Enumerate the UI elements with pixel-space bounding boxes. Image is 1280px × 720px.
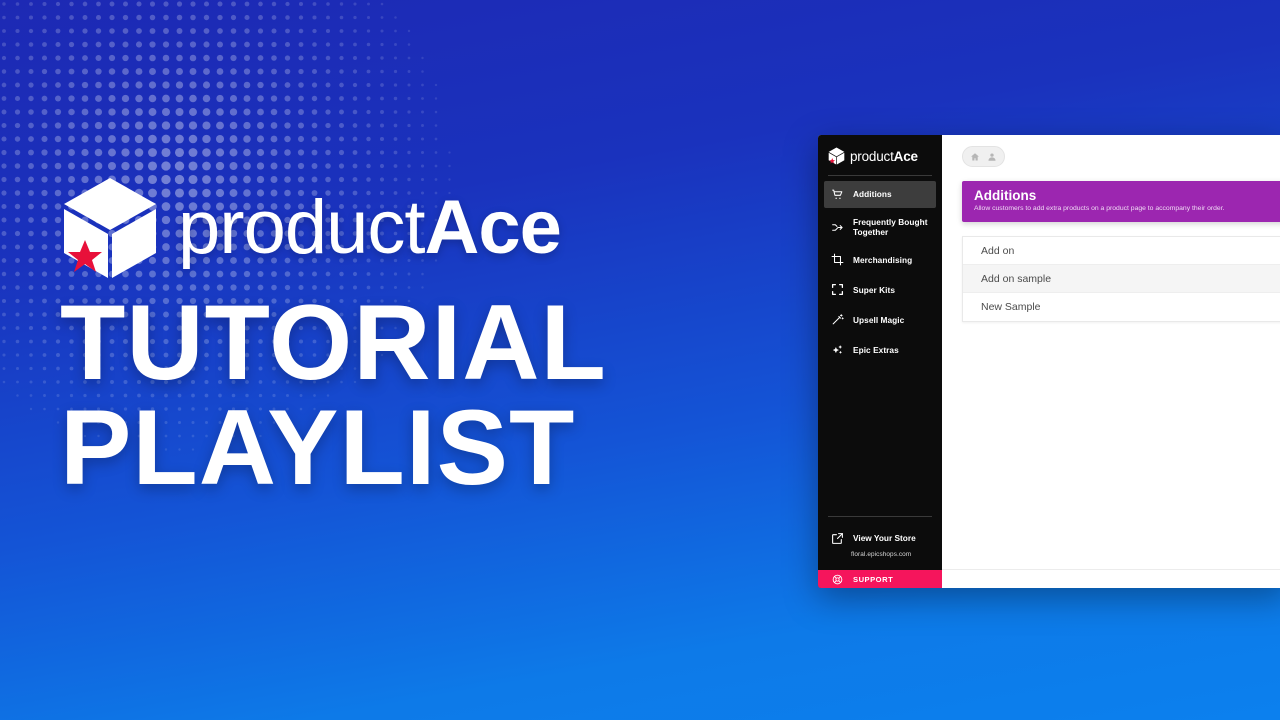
main-bottom-divider (942, 569, 1280, 570)
list-item-label: New Sample (981, 301, 1041, 314)
headline-line-1: TUTORIAL (60, 282, 607, 402)
brand-wordmark-bold: Ace (424, 185, 562, 270)
sidebar-nav: Additions Frequently Bought Together Mer… (818, 176, 942, 363)
list-item[interactable]: Add on sample (963, 265, 1280, 294)
sidebar-brand-text: productAce (850, 149, 918, 164)
sidebar-item-label: Upsell Magic (853, 314, 905, 325)
page-subtitle: Allow customers to add extra products on… (974, 205, 1225, 213)
home-icon[interactable] (970, 151, 981, 162)
list-item-label: Add on (981, 244, 1015, 257)
external-link-icon (830, 531, 844, 545)
list-item-label: Add on sample (981, 272, 1052, 285)
lifebuoy-icon (830, 572, 844, 586)
sidebar-item-label: Frequently Bought Together (853, 217, 928, 238)
breadcrumb[interactable] (962, 146, 1005, 167)
list-item[interactable]: Add on (963, 237, 1280, 266)
app-window: productAce Additions Frequently Bought T… (818, 135, 1280, 588)
sidebar-item-additions[interactable]: Additions (824, 181, 936, 208)
sidebar-brand-bold: Ace (893, 148, 918, 164)
brand-lockup: productAce (60, 176, 780, 280)
support-label: SUPPORT (853, 574, 894, 584)
sidebar-brand[interactable]: productAce (818, 135, 942, 175)
sidebar-item-frequently-bought-together[interactable]: Frequently Bought Together (824, 211, 936, 243)
store-url: floral.epicshops.com (851, 551, 912, 558)
sidebar-brand-light: product (850, 148, 894, 164)
headline-line-2: PLAYLIST (60, 386, 576, 507)
sidebar-item-epic-extras[interactable]: Epic Extras (824, 336, 936, 363)
magic-wand-icon (830, 313, 844, 327)
merge-arrow-icon (830, 220, 844, 234)
sidebar-item-super-kits[interactable]: Super Kits (824, 276, 936, 303)
support-button[interactable]: SUPPORT (818, 570, 942, 588)
fullscreen-corners-icon (830, 283, 844, 297)
page-banner: Additions Allow customers to add extra p… (962, 181, 1280, 223)
promo-block: productAce TUTORIAL PLAYLIST (60, 176, 780, 500)
sidebar-item-merchandising[interactable]: Merchandising (824, 246, 936, 273)
main-pane: Additions Allow customers to add extra p… (942, 135, 1280, 588)
crop-icon (830, 253, 844, 267)
cube-star-logo-icon (828, 147, 845, 165)
shopping-cart-icon (830, 188, 844, 202)
sidebar-item-label: Merchandising (853, 254, 913, 265)
additions-list: Add on Add on sample New Sample (962, 236, 1280, 323)
sidebar-item-upsell-magic[interactable]: Upsell Magic (824, 306, 936, 333)
sidebar-item-label: Super Kits (853, 284, 895, 295)
list-item[interactable]: New Sample (963, 293, 1280, 321)
sidebar-item-label: Epic Extras (853, 344, 899, 355)
sidebar-divider-bottom (828, 516, 932, 517)
sparkles-icon (830, 343, 844, 357)
headline: TUTORIAL PLAYLIST (60, 282, 780, 507)
brand-wordmark-light: product (178, 185, 425, 270)
sidebar: productAce Additions Frequently Bought T… (818, 135, 942, 588)
cube-star-logo-icon (64, 178, 156, 278)
brand-wordmark: productAce (178, 190, 562, 266)
sidebar-item-label: Additions (853, 189, 892, 200)
view-your-store-label: View Your Store (853, 533, 916, 543)
view-your-store-link[interactable]: View Your Store (818, 531, 942, 545)
person-icon[interactable] (986, 151, 997, 162)
page-title: Additions (974, 188, 1037, 203)
